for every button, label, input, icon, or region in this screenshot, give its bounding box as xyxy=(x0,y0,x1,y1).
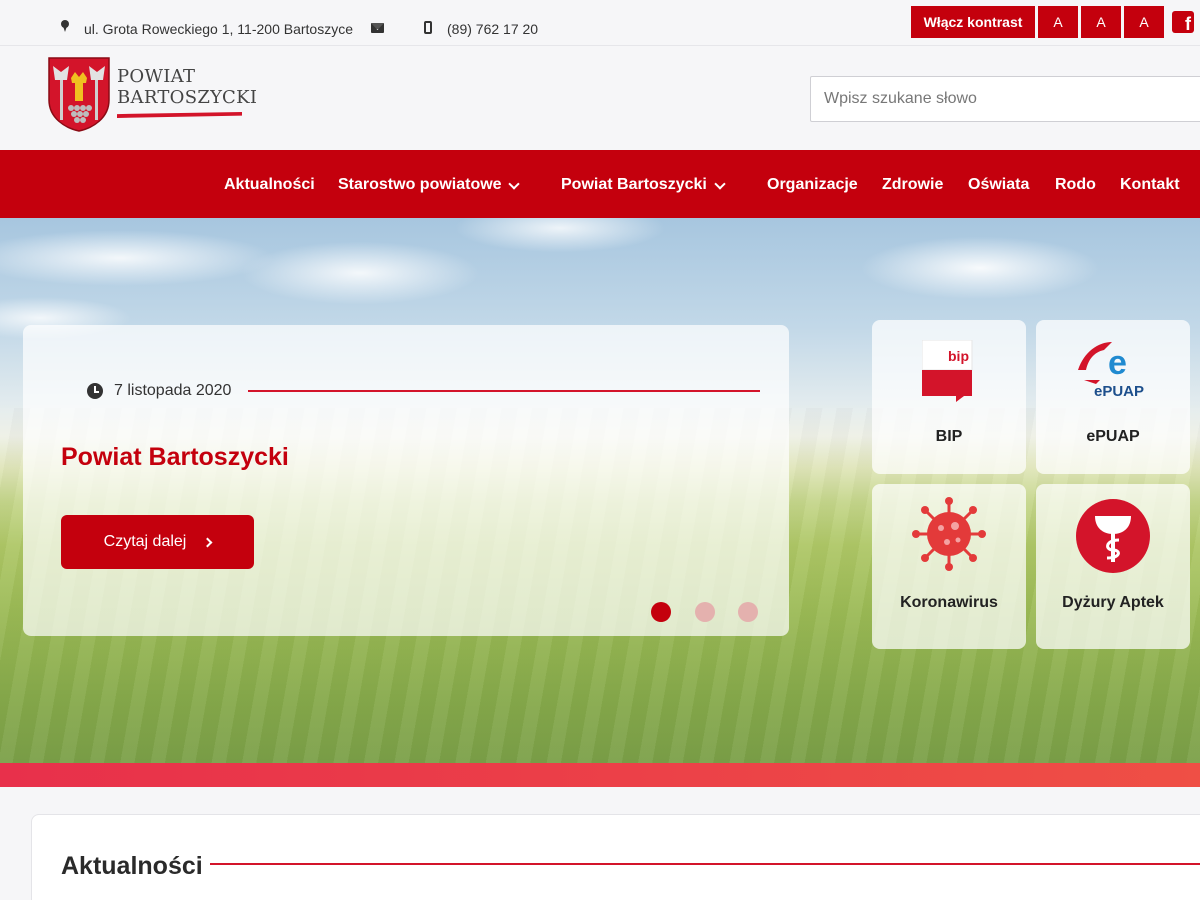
main-navigation: Aktualności Starostwo powiatowe Powiat B… xyxy=(0,150,1200,218)
nav-item-organizacje[interactable]: Organizacje xyxy=(767,176,858,194)
nav-item-powiat-bartoszycki[interactable]: Powiat Bartoszycki xyxy=(561,176,707,194)
facebook-icon[interactable]: f xyxy=(1172,11,1194,33)
logo-line-1: POWIAT xyxy=(117,66,196,87)
epuap-logo-icon: e ePUAP xyxy=(1078,342,1144,400)
section-divider xyxy=(210,863,1200,865)
epuap-logo-letter: e xyxy=(1108,344,1127,382)
logo-underline xyxy=(117,112,242,118)
slider-dot-1[interactable] xyxy=(651,602,671,622)
slide-date: 7 listopada 2020 xyxy=(114,382,232,399)
contrast-toggle-button[interactable]: Włącz kontrast xyxy=(911,6,1035,38)
chevron-down-icon[interactable] xyxy=(714,178,726,190)
nav-item-oswiata[interactable]: Oświata xyxy=(968,176,1029,194)
mobile-phone-icon xyxy=(424,21,432,34)
read-more-button[interactable]: Czytaj dalej xyxy=(61,515,254,569)
font-size-small-button[interactable]: A xyxy=(1038,6,1078,38)
slide-title[interactable]: Powiat Bartoszycki xyxy=(61,443,289,472)
chevron-right-icon xyxy=(202,537,213,547)
section-title: Aktualności xyxy=(61,852,203,880)
site-logo[interactable]: POWIAT BARTOSZYCKI xyxy=(47,56,257,136)
slider-dot-3[interactable] xyxy=(738,602,758,622)
coat-of-arms-icon xyxy=(48,57,110,132)
news-section: Aktualności xyxy=(31,814,1200,900)
logo-line-2: BARTOSZYCKI xyxy=(117,87,258,108)
clock-icon xyxy=(87,383,103,399)
envelope-icon[interactable] xyxy=(371,23,384,33)
slider-card: 7 listopada 2020 Powiat Bartoszycki Czyt… xyxy=(23,325,789,636)
slider-dot-2[interactable] xyxy=(695,602,715,622)
address-text: ul. Grota Roweckiego 1, 11-200 Bartoszyc… xyxy=(84,21,353,37)
tile-koronawirus[interactable]: Koronawirus xyxy=(872,484,1026,649)
font-size-large-button[interactable]: A xyxy=(1124,6,1164,38)
bip-logo-icon: bip xyxy=(922,340,973,402)
nav-item-aktualnosci[interactable]: Aktualności xyxy=(224,176,315,194)
phone-number[interactable]: (89) 762 17 20 xyxy=(447,21,538,37)
map-marker-icon xyxy=(60,20,70,32)
tile-dyzury-aptek-label: Dyżury Aptek xyxy=(1062,594,1164,611)
pharmacy-icon xyxy=(1076,499,1150,573)
tile-epuap-label: ePUAP xyxy=(1086,428,1140,445)
decorative-strip xyxy=(0,763,1200,787)
site-header: POWIAT BARTOSZYCKI xyxy=(0,46,1200,150)
nav-item-rodo[interactable]: Rodo xyxy=(1055,176,1096,194)
chevron-down-icon[interactable] xyxy=(508,178,520,190)
tile-epuap[interactable]: e ePUAP ePUAP xyxy=(1036,320,1190,474)
search-input[interactable] xyxy=(810,76,1200,122)
slide-divider xyxy=(248,390,760,392)
tile-dyzury-aptek[interactable]: Dyżury Aptek xyxy=(1036,484,1190,649)
nav-item-kontakt[interactable]: Kontakt xyxy=(1120,176,1180,194)
logo-wordmark: POWIAT BARTOSZYCKI xyxy=(117,66,257,108)
font-size-medium-button[interactable]: A xyxy=(1081,6,1121,38)
top-bar: ul. Grota Roweckiego 1, 11-200 Bartoszyc… xyxy=(0,0,1200,46)
tile-koronawirus-label: Koronawirus xyxy=(900,594,998,611)
read-more-label: Czytaj dalej xyxy=(103,533,187,550)
bip-logo-text: bip xyxy=(948,348,969,364)
nav-item-starostwo-powiatowe[interactable]: Starostwo powiatowe xyxy=(338,176,502,194)
nav-item-zdrowie[interactable]: Zdrowie xyxy=(882,176,943,194)
hero-banner: 7 listopada 2020 Powiat Bartoszycki Czyt… xyxy=(0,218,1200,763)
virus-icon xyxy=(912,497,986,571)
tile-bip-label: BIP xyxy=(935,428,963,445)
epuap-logo-text: ePUAP xyxy=(1094,383,1144,400)
tile-bip[interactable]: bip BIP xyxy=(872,320,1026,474)
